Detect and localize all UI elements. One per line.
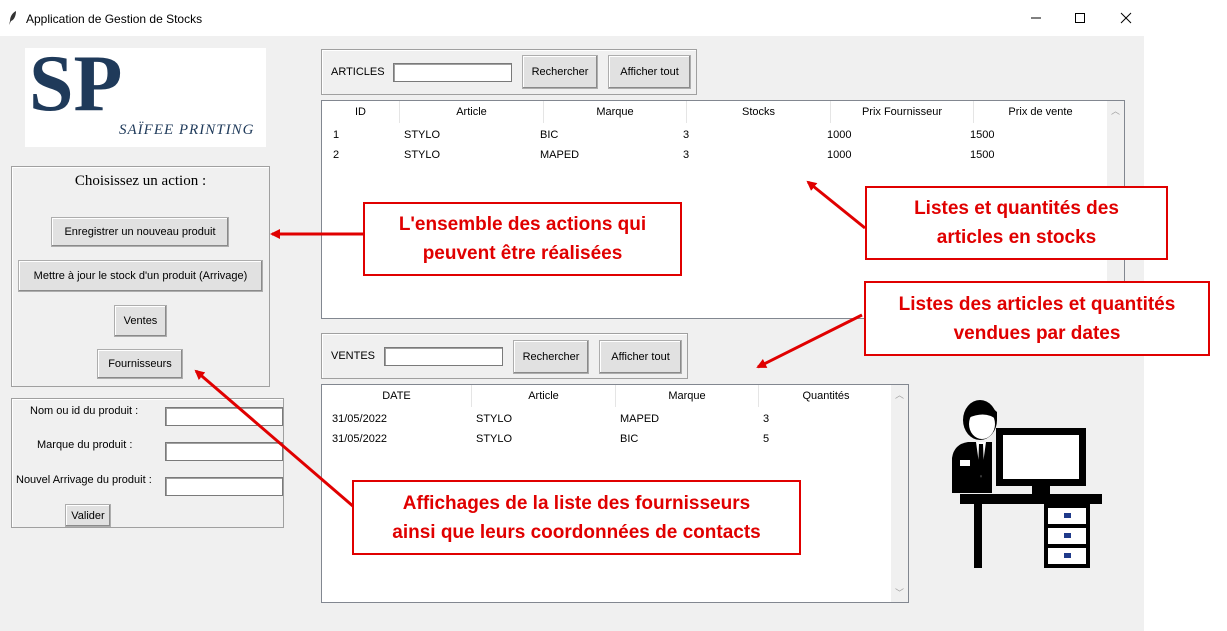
scroll-up-icon[interactable]: ︿ — [895, 388, 904, 401]
sales-search-button[interactable]: Rechercher — [513, 340, 589, 374]
table-cell: BIC — [540, 129, 559, 141]
close-icon — [1120, 12, 1132, 24]
table-cell: 1 — [333, 129, 340, 141]
office-worker-illustration — [952, 400, 1102, 568]
feather-icon — [9, 11, 16, 25]
table-row[interactable]: 31/05/2022 STYLO MAPED 3 — [322, 409, 889, 429]
scroll-up-icon[interactable]: ︿ — [1111, 104, 1120, 117]
actions-heading: Choisissez un action : — [74, 173, 207, 189]
suppliers-button[interactable]: Fournisseurs — [97, 349, 183, 379]
table-cell: 1000 — [827, 149, 852, 161]
table-cell: MAPED — [540, 149, 580, 161]
articles-search-input[interactable] — [393, 63, 512, 82]
new-arrival-input[interactable] — [165, 477, 283, 496]
table-cell: STYLO — [404, 149, 441, 161]
submit-button[interactable]: Valider — [65, 504, 111, 527]
logo-graphic: SP SAÏFEE PRINTING — [29, 40, 254, 138]
update-stock-button[interactable]: Mettre à jour le stock d'un produit (Arr… — [18, 260, 263, 292]
sales-button[interactable]: Ventes — [114, 305, 167, 337]
callout-suppliers-line1: Affichages de la liste des fournisseurs — [402, 492, 751, 514]
column-header-brand[interactable]: Marque — [616, 385, 759, 407]
sales-search-input[interactable] — [384, 347, 503, 366]
table-cell: 5 — [763, 433, 770, 445]
callout-suppliers: Affichages de la liste des fournisseurs … — [352, 480, 801, 555]
logo-brand: SAÏFEE PRINTING — [119, 121, 254, 138]
table-cell: 31/05/2022 — [332, 413, 388, 425]
table-cell: 1000 — [827, 129, 852, 141]
table-cell: 3 — [683, 149, 690, 161]
column-header-date[interactable]: DATE — [322, 385, 472, 407]
minimize-button[interactable] — [1013, 0, 1059, 36]
column-header-article[interactable]: Article — [400, 101, 544, 123]
sales-label: VENTES — [331, 350, 376, 362]
column-header-stock[interactable]: Stocks — [687, 101, 831, 123]
table-cell: 3 — [683, 129, 690, 141]
minimize-icon — [1031, 17, 1041, 19]
sales-table-header: DATE Article Marque Quantités — [322, 385, 893, 407]
new-product-button[interactable]: Enregistrer un nouveau produit — [51, 217, 229, 247]
column-header-quantity[interactable]: Quantités — [759, 385, 893, 407]
callout-sales: Listes des articles et quantités vendues… — [864, 281, 1210, 356]
table-cell: BIC — [620, 433, 639, 445]
window-title: Application de Gestion de Stocks — [26, 12, 203, 26]
articles-table-header: ID Article Marque Stocks Prix Fournisseu… — [322, 101, 1108, 123]
table-row[interactable]: 31/05/2022 STYLO BIC 5 — [322, 429, 889, 449]
new-arrival-label: Nouvel Arrivage du produit : — [16, 474, 152, 486]
product-brand-label: Marque du produit : — [37, 439, 133, 451]
product-name-label: Nom ou id du produit : — [30, 405, 139, 417]
articles-label: ARTICLES — [331, 66, 385, 78]
table-cell: MAPED — [620, 413, 660, 425]
table-cell: 3 — [763, 413, 770, 425]
table-cell: 1500 — [970, 129, 995, 141]
product-brand-input[interactable] — [165, 442, 283, 461]
callout-actions-line2: peuvent être réalisées — [422, 243, 623, 264]
company-logo: SP SAÏFEE PRINTING — [25, 40, 266, 147]
sales-show-all-button[interactable]: Afficher tout — [599, 340, 682, 374]
table-cell: 2 — [333, 149, 340, 161]
callout-stock-line2: articles en stocks — [936, 227, 1097, 248]
callout-suppliers-line2: ainsi que leurs coordonnées de contacts — [392, 521, 761, 543]
callout-sales-line2: vendues par dates — [953, 322, 1121, 344]
callout-sales-line1: Listes des articles et quantités — [898, 293, 1176, 315]
column-header-brand[interactable]: Marque — [544, 101, 687, 123]
product-name-input[interactable] — [165, 407, 283, 426]
close-button[interactable] — [1103, 0, 1149, 36]
table-row[interactable]: 1 STYLO BIC 3 1000 1500 — [322, 125, 1096, 145]
articles-search-button[interactable]: Rechercher — [522, 55, 598, 89]
column-header-id[interactable]: ID — [322, 101, 400, 123]
table-cell: STYLO — [476, 413, 513, 425]
table-cell: STYLO — [476, 433, 513, 445]
table-cell: 1500 — [970, 149, 995, 161]
sales-scrollbar[interactable]: ︿ ﹀ — [891, 385, 908, 602]
table-row[interactable]: 2 STYLO MAPED 3 1000 1500 — [322, 145, 1096, 165]
title-bar: Application de Gestion de Stocks — [0, 0, 1227, 36]
callout-actions: L'ensemble des actions qui peuvent être … — [363, 202, 682, 276]
maximize-button[interactable] — [1057, 0, 1103, 36]
app-window: Application de Gestion de Stocks SP SAÏF… — [0, 0, 1227, 631]
column-header-supplier-price[interactable]: Prix Fournisseur — [831, 101, 974, 123]
table-cell: STYLO — [404, 129, 441, 141]
maximize-icon — [1075, 13, 1085, 23]
scroll-down-icon[interactable]: ﹀ — [895, 586, 904, 599]
column-header-article[interactable]: Article — [472, 385, 616, 407]
callout-stock-line1: Listes et quantités des — [914, 198, 1119, 219]
logo-monogram: SP — [29, 48, 122, 128]
articles-show-all-button[interactable]: Afficher tout — [608, 55, 691, 89]
callout-actions-line1: L'ensemble des actions qui — [398, 214, 647, 235]
table-cell: 31/05/2022 — [332, 433, 388, 445]
callout-stock: Listes et quantités des articles en stoc… — [865, 186, 1168, 260]
column-header-sale-price[interactable]: Prix de vente — [974, 101, 1108, 123]
